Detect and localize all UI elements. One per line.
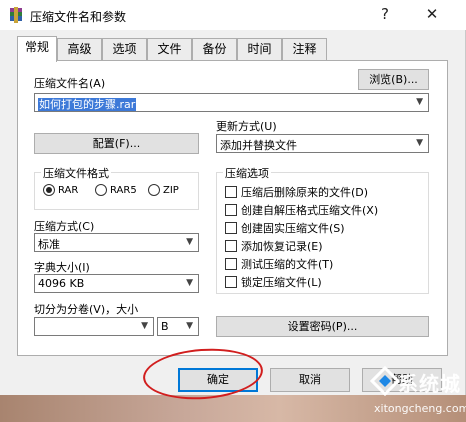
profiles-button[interactable]: 配置(F)...	[34, 133, 199, 154]
option-label: 创建固实压缩文件(S)	[241, 222, 345, 235]
option-solid[interactable]: 创建固实压缩文件(S)	[225, 220, 345, 236]
option-label: 测试压缩的文件(T)	[241, 258, 334, 271]
tab-files[interactable]: 文件	[147, 38, 192, 61]
option-label: 压缩后删除原来的文件(D)	[241, 186, 369, 199]
checkbox-icon	[225, 186, 237, 198]
option-lock-archive[interactable]: 锁定压缩文件(L)	[225, 274, 322, 290]
update-mode-label: 更新方式(U)	[216, 120, 277, 133]
checkbox-icon	[225, 222, 237, 234]
split-label: 切分为分卷(V)，大小	[34, 303, 139, 316]
chevron-down-icon: ▼	[186, 278, 193, 288]
archive-name-value: 如何打包的步骤.rar	[38, 98, 137, 111]
chevron-down-icon: ▼	[186, 237, 193, 247]
tab-general[interactable]: 常规	[17, 36, 57, 62]
window-title: 压缩文件名和参数	[30, 10, 127, 24]
browse-button[interactable]: 浏览(B)...	[358, 69, 429, 90]
chevron-down-icon: ▼	[141, 321, 148, 331]
format-group: 压缩文件格式 RAR RAR5 ZIP	[34, 165, 199, 210]
format-rar5-label: RAR5	[110, 184, 137, 196]
split-size-combo[interactable]: ▼	[34, 317, 154, 336]
checkbox-icon	[225, 204, 237, 216]
update-mode-combo[interactable]: 添加并替换文件 ▼	[216, 134, 429, 153]
radio-icon	[148, 184, 160, 196]
chevron-down-icon: ▼	[416, 97, 423, 107]
radio-selected-icon	[43, 184, 55, 196]
watermark-url: xitongcheng.com	[374, 402, 466, 415]
option-sfx[interactable]: 创建自解压格式压缩文件(X)	[225, 202, 378, 218]
chevron-down-icon: ▼	[186, 321, 193, 331]
set-password-button[interactable]: 设置密码(P)...	[216, 316, 429, 337]
close-icon[interactable]: ✕	[418, 3, 446, 27]
option-label: 创建自解压格式压缩文件(X)	[241, 204, 379, 217]
options-group: 压缩选项 压缩后删除原来的文件(D) 创建自解压格式压缩文件(X) 创建固实压缩…	[216, 165, 429, 294]
tab-advanced[interactable]: 高级	[57, 38, 102, 61]
dictionary-label: 字典大小(I)	[34, 261, 90, 274]
format-group-title: 压缩文件格式	[41, 165, 111, 181]
radio-icon	[95, 184, 107, 196]
options-group-title: 压缩选项	[223, 165, 271, 181]
split-unit-value: B	[161, 320, 169, 333]
split-unit-combo[interactable]: B ▼	[157, 317, 199, 336]
format-rar5-radio[interactable]: RAR5	[95, 184, 137, 196]
dictionary-value: 4096 KB	[38, 277, 85, 290]
dictionary-combo[interactable]: 4096 KB ▼	[34, 274, 199, 293]
help-icon[interactable]: ?	[371, 3, 399, 27]
cancel-button[interactable]: 取消	[270, 368, 350, 392]
archive-name-label: 压缩文件名(A)	[34, 77, 106, 90]
title-bar: 压缩文件名和参数 ? ✕	[0, 0, 466, 30]
checkbox-icon	[225, 276, 237, 288]
archive-dialog: 压缩文件名和参数 ? ✕ 常规 高级 选项 文件 备份 时间 注释 压缩文件名(…	[0, 0, 466, 395]
format-zip-label: ZIP	[163, 184, 179, 196]
tab-time[interactable]: 时间	[237, 38, 282, 61]
watermark-brand: 系统城	[398, 372, 461, 396]
option-label: 添加恢复记录(E)	[241, 240, 323, 253]
format-rar-radio[interactable]: RAR	[43, 184, 78, 196]
chevron-down-icon: ▼	[416, 138, 423, 148]
archive-name-combo[interactable]: 如何打包的步骤.rar ▼	[34, 93, 429, 112]
method-combo[interactable]: 标准 ▼	[34, 233, 199, 252]
method-label: 压缩方式(C)	[34, 220, 95, 233]
winrar-icon	[10, 7, 22, 23]
format-rar-label: RAR	[58, 184, 79, 196]
checkbox-icon	[225, 240, 237, 252]
tab-backup[interactable]: 备份	[192, 38, 237, 61]
option-delete-after[interactable]: 压缩后删除原来的文件(D)	[225, 184, 368, 200]
tab-options[interactable]: 选项	[102, 38, 147, 61]
checkbox-icon	[225, 258, 237, 270]
method-value: 标准	[38, 238, 60, 251]
update-mode-value: 添加并替换文件	[220, 139, 297, 152]
watermark-logo-icon	[370, 366, 400, 396]
tab-comment[interactable]: 注释	[282, 38, 327, 61]
option-label: 锁定压缩文件(L)	[241, 276, 322, 289]
general-panel: 压缩文件名(A) 浏览(B)... 如何打包的步骤.rar ▼ 更新方式(U) …	[17, 60, 448, 356]
format-zip-radio[interactable]: ZIP	[148, 184, 179, 196]
option-test-files[interactable]: 测试压缩的文件(T)	[225, 256, 333, 272]
option-recovery-record[interactable]: 添加恢复记录(E)	[225, 238, 323, 254]
